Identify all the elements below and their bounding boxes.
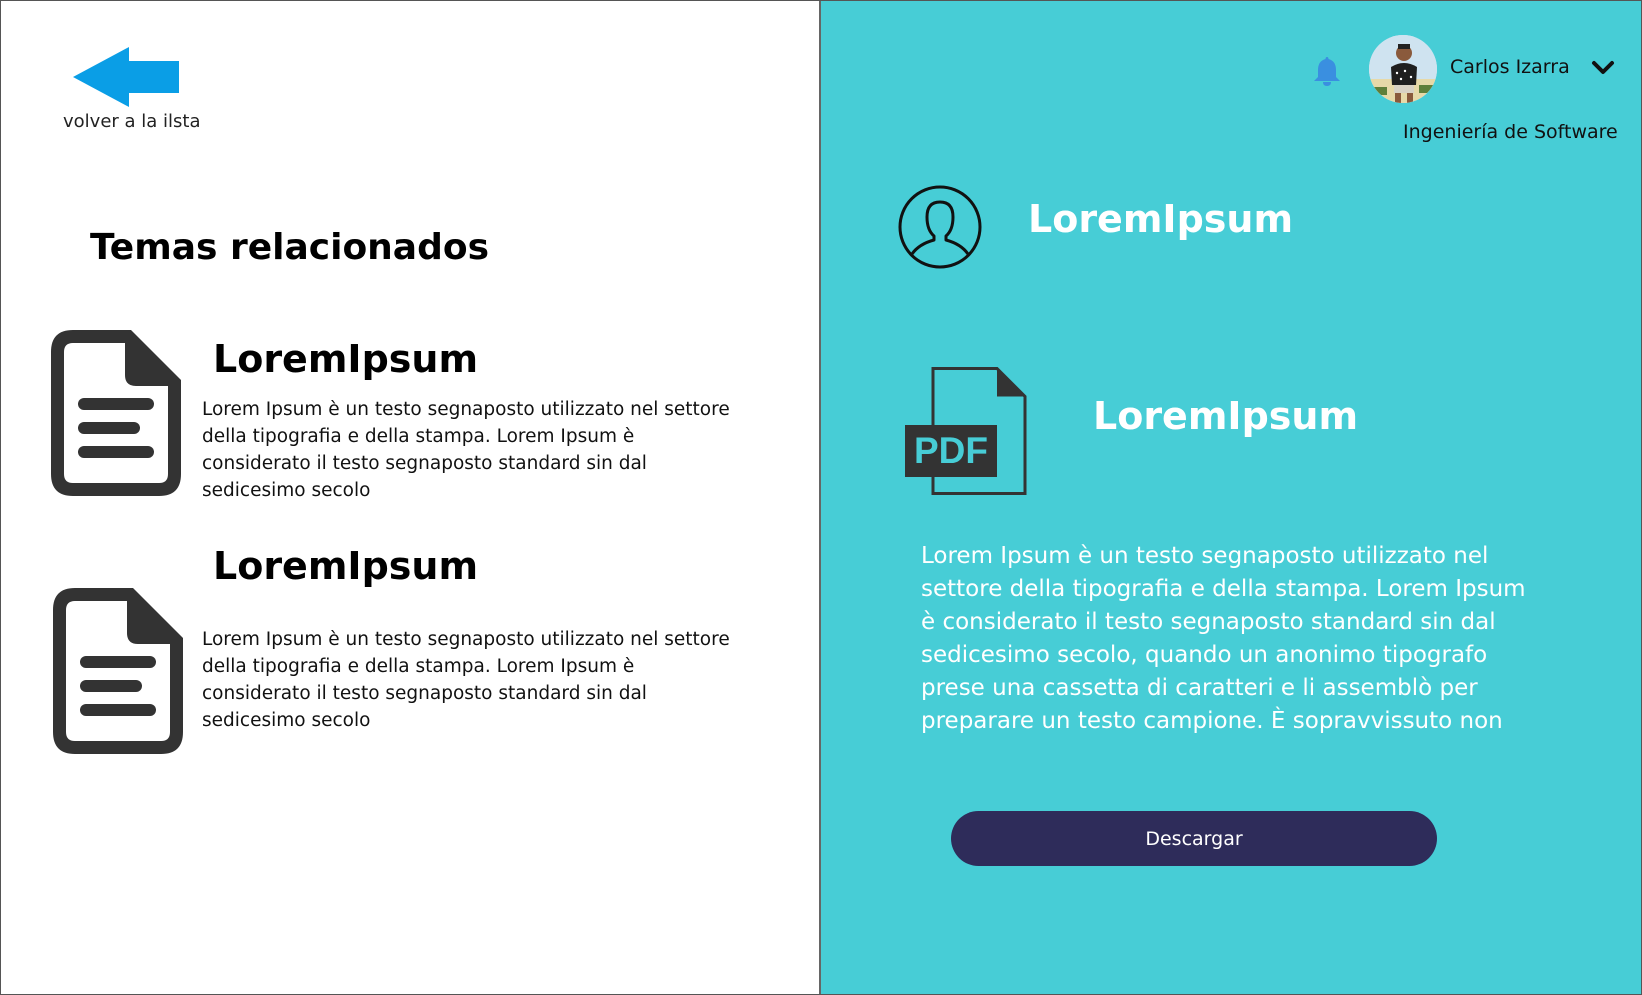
chevron-down-icon[interactable]: [1591, 59, 1615, 77]
pdf-label: PDF: [914, 430, 988, 471]
related-item-description: Lorem Ipsum è un testo segnaposto utiliz…: [202, 399, 730, 501]
user-name: Carlos Izarra: [1450, 56, 1570, 78]
app-window: volver a la ilsta Temas relacionados Lor…: [0, 0, 1642, 995]
related-item-description: Lorem Ipsum è un testo segnaposto utiliz…: [202, 629, 730, 731]
user-profile-icon: [898, 185, 982, 269]
bell-icon[interactable]: [1311, 55, 1343, 87]
download-button[interactable]: Descargar: [951, 811, 1437, 866]
back-to-list-button[interactable]: volver a la ilsta: [53, 43, 213, 139]
user-career: Ingeniería de Software: [1403, 121, 1618, 143]
document-description: Lorem Ipsum è un testo segnaposto utiliz…: [921, 543, 1526, 734]
document-icon: [53, 588, 183, 754]
related-item-title: LoremIpsum: [213, 544, 479, 588]
pdf-file-icon: PDF: [905, 367, 1027, 495]
author-name: LoremIpsum: [1028, 197, 1294, 241]
related-item[interactable]: LoremIpsum Lorem Ipsum è un testo segnap…: [51, 536, 741, 754]
related-item-title: LoremIpsum: [213, 337, 479, 381]
document-icon: [51, 330, 181, 496]
section-title: Temas relacionados: [90, 227, 490, 268]
arrow-left-icon: [73, 47, 179, 107]
document-title: LoremIpsum: [1093, 394, 1359, 438]
avatar[interactable]: [1369, 35, 1437, 103]
related-topics-panel: volver a la ilsta Temas relacionados Lor…: [1, 1, 821, 994]
back-label: volver a la ilsta: [63, 111, 201, 132]
related-item[interactable]: LoremIpsum Lorem Ipsum è un testo segnap…: [51, 326, 741, 501]
user-photo: [1369, 35, 1437, 103]
document-detail-panel: Carlos Izarra Ingeniería de Software Lor…: [821, 1, 1641, 994]
